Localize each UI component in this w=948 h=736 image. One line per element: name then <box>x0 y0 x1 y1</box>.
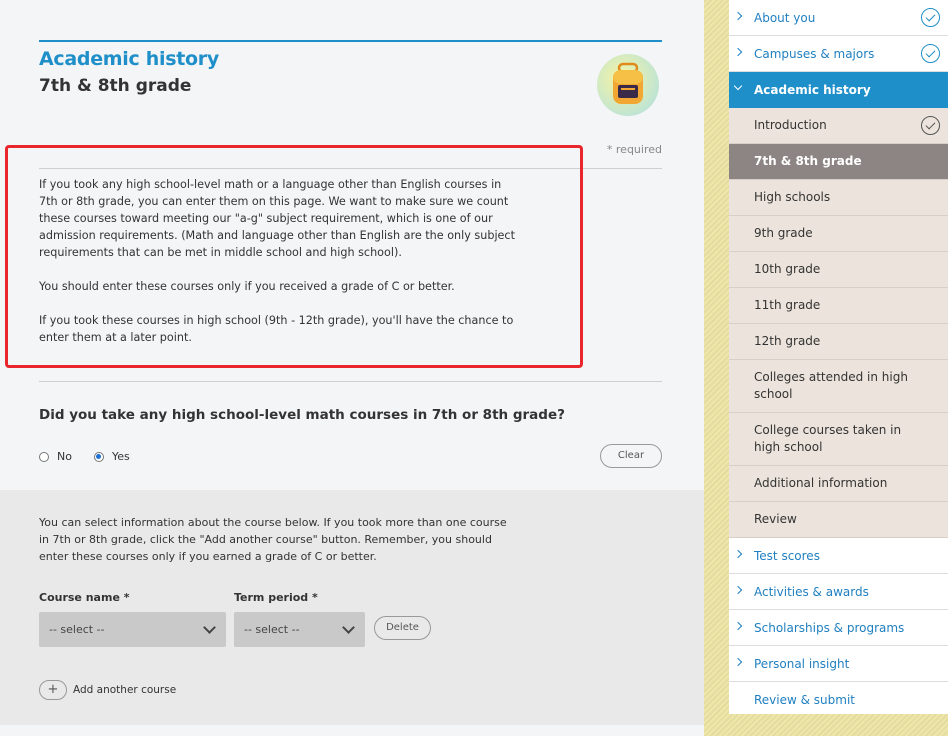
sidebar-item-label: Test scores <box>754 548 820 563</box>
sidebar-subitem-10th-grade[interactable]: 10th grade <box>729 252 948 288</box>
course-panel: You can select information about the cou… <box>0 490 704 725</box>
check-circle-icon <box>921 8 940 27</box>
chevron-right-icon <box>733 585 743 595</box>
radio-yes[interactable] <box>93 451 104 462</box>
radio-yes-label[interactable]: Yes <box>112 450 130 463</box>
add-another-course-label[interactable]: Add another course <box>73 684 176 696</box>
sidebar-item-label: Campuses & majors <box>754 46 875 61</box>
main-content: Academic history 7th & 8th grade * requi… <box>0 0 704 736</box>
course-name-label: Course name * <box>39 591 130 604</box>
sidebar-item-personal-insight[interactable]: Personal insight <box>729 646 948 682</box>
page-title: Academic history <box>39 48 219 70</box>
clear-button[interactable]: Clear <box>600 444 662 468</box>
sidebar-subitem-label: High schools <box>754 190 831 204</box>
sidebar-item-label: Activities & awards <box>754 584 869 599</box>
form-footer <box>0 725 704 736</box>
required-note: * required <box>606 143 662 156</box>
sidebar-item-label: About you <box>754 10 816 25</box>
sidebar-subitem-label: 7th & 8th grade <box>754 154 862 168</box>
chevron-right-icon <box>733 11 743 21</box>
sidebar-subitem-college-courses[interactable]: College courses taken in high school <box>729 413 948 466</box>
page-subtitle: 7th & 8th grade <box>39 76 192 96</box>
chevron-down-icon <box>342 621 355 634</box>
sidebar-subitem-7th-8th-grade[interactable]: 7th & 8th grade <box>729 144 948 180</box>
sidebar-subitem-label: Additional information <box>754 476 888 490</box>
add-another-course[interactable]: + Add another course <box>39 680 176 700</box>
delete-button[interactable]: Delete <box>374 616 431 640</box>
term-period-select[interactable]: -- select -- <box>234 612 365 647</box>
sidebar-subitem-11th-grade[interactable]: 11th grade <box>729 288 948 324</box>
sidebar-subitem-colleges-attended[interactable]: Colleges attended in high school <box>729 360 948 413</box>
term-period-label: Term period * <box>234 591 318 604</box>
sidebar-subitem-label: 9th grade <box>754 226 813 240</box>
sidebar-item-campuses-majors[interactable]: Campuses & majors <box>729 36 948 72</box>
term-period-value: -- select -- <box>244 623 300 636</box>
sidebar-item-review-submit[interactable]: Review & submit <box>729 682 948 718</box>
title-rule <box>39 40 662 42</box>
sidebar-nav: About you Campuses & majors Academic his… <box>729 0 948 714</box>
sidebar-subitem-label: Introduction <box>754 118 827 132</box>
sidebar-subitem-label: College courses taken in high school <box>754 423 902 454</box>
sidebar-item-about-you[interactable]: About you <box>729 0 948 36</box>
radio-no-label[interactable]: No <box>57 450 72 463</box>
sidebar-subitem-12th-grade[interactable]: 12th grade <box>729 324 948 360</box>
backpack-icon <box>597 54 659 116</box>
sidebar-item-test-scores[interactable]: Test scores <box>729 538 948 574</box>
sidebar-subitem-label: Colleges attended in high school <box>754 370 908 401</box>
highlight-box <box>5 145 583 368</box>
form-header-section: Academic history 7th & 8th grade * requi… <box>0 0 704 490</box>
chevron-down-icon <box>733 81 743 91</box>
chevron-right-icon <box>733 549 743 559</box>
sidebar-subitem-introduction[interactable]: Introduction <box>729 108 948 144</box>
chevron-right-icon <box>733 47 743 57</box>
sidebar-subitem-high-schools[interactable]: High schools <box>729 180 948 216</box>
sidebar-item-label: Scholarships & programs <box>754 620 905 635</box>
check-circle-icon <box>921 116 940 135</box>
chevron-right-icon <box>733 657 743 667</box>
math-radio-group: No Yes <box>39 450 152 463</box>
course-name-select[interactable]: -- select -- <box>39 612 226 647</box>
sidebar-subitem-additional-information[interactable]: Additional information <box>729 466 948 502</box>
math-question: Did you take any high school-level math … <box>39 407 565 423</box>
chevron-down-icon <box>203 621 216 634</box>
sidebar-item-label: Academic history <box>754 82 871 97</box>
sidebar-item-label: Review & submit <box>754 693 856 707</box>
sidebar-subitem-9th-grade[interactable]: 9th grade <box>729 216 948 252</box>
course-name-value: -- select -- <box>49 623 105 636</box>
sidebar-subitem-label: 11th grade <box>754 298 821 312</box>
sidebar-subitem-review[interactable]: Review <box>729 502 948 538</box>
check-circle-icon <box>921 44 940 63</box>
sidebar-subitem-label: 10th grade <box>754 262 821 276</box>
sidebar-item-activities-awards[interactable]: Activities & awards <box>729 574 948 610</box>
sidebar-subitem-label: Review <box>754 512 797 526</box>
radio-no[interactable] <box>39 451 49 462</box>
divider <box>39 381 662 382</box>
course-info-text: You can select information about the cou… <box>39 516 507 563</box>
sidebar-subitem-label: 12th grade <box>754 334 821 348</box>
sidebar-item-scholarships-programs[interactable]: Scholarships & programs <box>729 610 948 646</box>
sidebar-item-label: Personal insight <box>754 656 850 671</box>
sidebar-item-academic-history[interactable]: Academic history <box>729 72 948 108</box>
chevron-right-icon <box>733 621 743 631</box>
plus-icon[interactable]: + <box>39 680 67 700</box>
